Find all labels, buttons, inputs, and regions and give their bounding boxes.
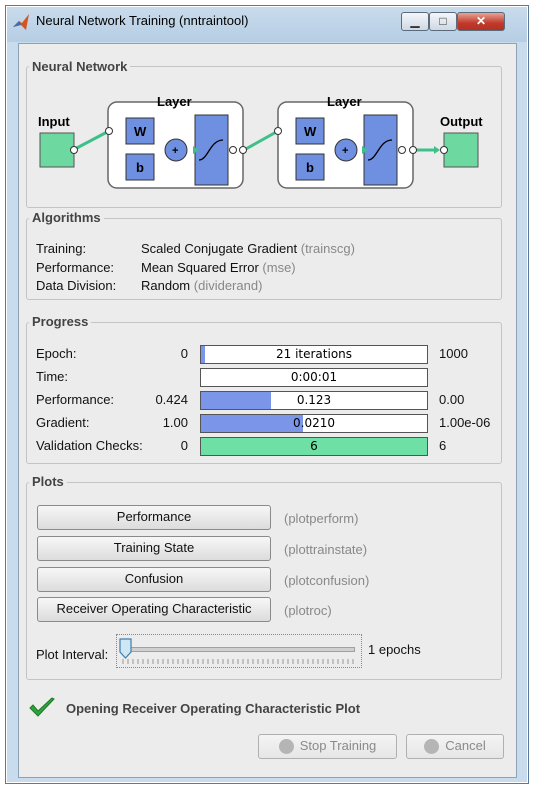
progress-bar-text: 0.123 — [296, 393, 332, 407]
progress-bar-text: 0.0210 — [293, 416, 335, 430]
progress-bar: 0.123 — [200, 391, 428, 410]
status-message: Opening Receiver Operating Characteristi… — [66, 701, 361, 716]
progress-end-value: 0.00 — [439, 392, 465, 407]
close-button[interactable]: ✕ — [457, 12, 505, 31]
progress-start-value: 0 — [180, 346, 188, 361]
weight-label: W — [134, 124, 147, 139]
progress-end-value: 1.00e-06 — [439, 415, 491, 430]
plots-group-title: Plots — [29, 474, 67, 489]
slider-ticks — [122, 659, 354, 664]
algo-division-label: Data Division: — [36, 278, 117, 293]
matlab-logo-icon — [13, 14, 29, 30]
plus-sign: + — [342, 145, 348, 157]
output-label: Output — [440, 114, 483, 129]
plot-training-state-button[interactable]: Training State — [37, 536, 271, 561]
plot-interval-label: Plot Interval: — [36, 647, 109, 662]
progress-bar-text: 6 — [310, 439, 318, 453]
input-node — [39, 132, 75, 168]
stop-training-label: Stop Training — [299, 738, 377, 753]
progress-bar: 0.0210 — [200, 414, 428, 433]
algo-training-label: Training: — [36, 241, 87, 256]
checkmark-icon — [29, 697, 55, 717]
progress-end-value: 6 — [439, 438, 447, 453]
slider-track — [123, 647, 355, 652]
algo-performance-label: Performance: — [36, 260, 115, 275]
algorithms-group-title: Algorithms — [29, 210, 104, 225]
progress-label: Validation Checks: — [36, 438, 143, 453]
output-node — [443, 132, 479, 168]
plot-confusion-fn: (plotconfusion) — [284, 573, 370, 588]
maximize-button[interactable]: □ — [429, 12, 457, 31]
stop-training-button[interactable]: Stop Training — [258, 734, 397, 759]
cancel-label: Cancel — [445, 738, 486, 753]
input-label: Input — [38, 114, 70, 129]
progress-start-value: 0 — [180, 438, 188, 453]
plot-roc-fn: (plotroc) — [284, 603, 332, 618]
plot-performance-fn: (plotperform) — [284, 511, 359, 526]
window-title: Neural Network Training (nntraintool) — [36, 13, 249, 28]
cancel-button[interactable]: Cancel — [406, 734, 504, 759]
plot-interval-slider[interactable] — [116, 634, 362, 668]
plot-confusion-button[interactable]: Confusion — [37, 567, 271, 592]
layer2-label: Layer — [327, 94, 362, 109]
progress-label: Epoch: — [36, 346, 77, 361]
bias-label: b — [136, 160, 144, 175]
close-icon: ✕ — [475, 14, 487, 28]
neural-network-group-title: Neural Network — [29, 59, 131, 74]
algo-training-value: Scaled Conjugate Gradient (trainscg) — [141, 241, 355, 256]
weight-label: W — [304, 124, 317, 139]
plot-interval-value: 1 epochs — [368, 642, 421, 657]
minimize-icon: ▁ — [410, 14, 420, 28]
algo-division-value: Random (dividerand) — [141, 278, 263, 293]
progress-start-value: 0.424 — [155, 392, 188, 407]
maximize-icon: □ — [439, 14, 447, 28]
progress-bar: 21 iterations — [200, 345, 428, 364]
plus-sign: + — [172, 145, 178, 157]
slider-thumb[interactable] — [119, 638, 133, 660]
progress-bar-text: 0:00:01 — [290, 370, 338, 384]
layer1-label: Layer — [157, 94, 192, 109]
progress-label: Performance: — [36, 392, 115, 407]
network-diagram: Input Output Layer Layer W b W b + + — [38, 94, 483, 189]
minimize-button[interactable]: ▁ — [401, 12, 429, 31]
progress-group-title: Progress — [29, 314, 92, 329]
progress-label: Gradient: — [36, 415, 90, 430]
algo-performance-value: Mean Squared Error (mse) — [141, 260, 296, 275]
progress-bar-text: 21 iterations — [275, 347, 353, 361]
progress-label: Time: — [36, 369, 69, 384]
stop-icon — [278, 739, 294, 755]
progress-bar: 6 — [200, 437, 428, 456]
transfer-block-1 — [194, 114, 229, 186]
transfer-block-2 — [363, 114, 398, 186]
cancel-icon — [424, 739, 440, 755]
plot-performance-button[interactable]: Performance — [37, 505, 271, 530]
progress-end-value: 1000 — [439, 346, 468, 361]
plot-roc-button[interactable]: Receiver Operating Characteristic — [37, 597, 271, 622]
plot-training-state-fn: (plottrainstate) — [284, 542, 368, 557]
bias-label: b — [306, 160, 314, 175]
progress-start-value: 1.00 — [162, 415, 188, 430]
progress-bar: 0:00:01 — [200, 368, 428, 387]
